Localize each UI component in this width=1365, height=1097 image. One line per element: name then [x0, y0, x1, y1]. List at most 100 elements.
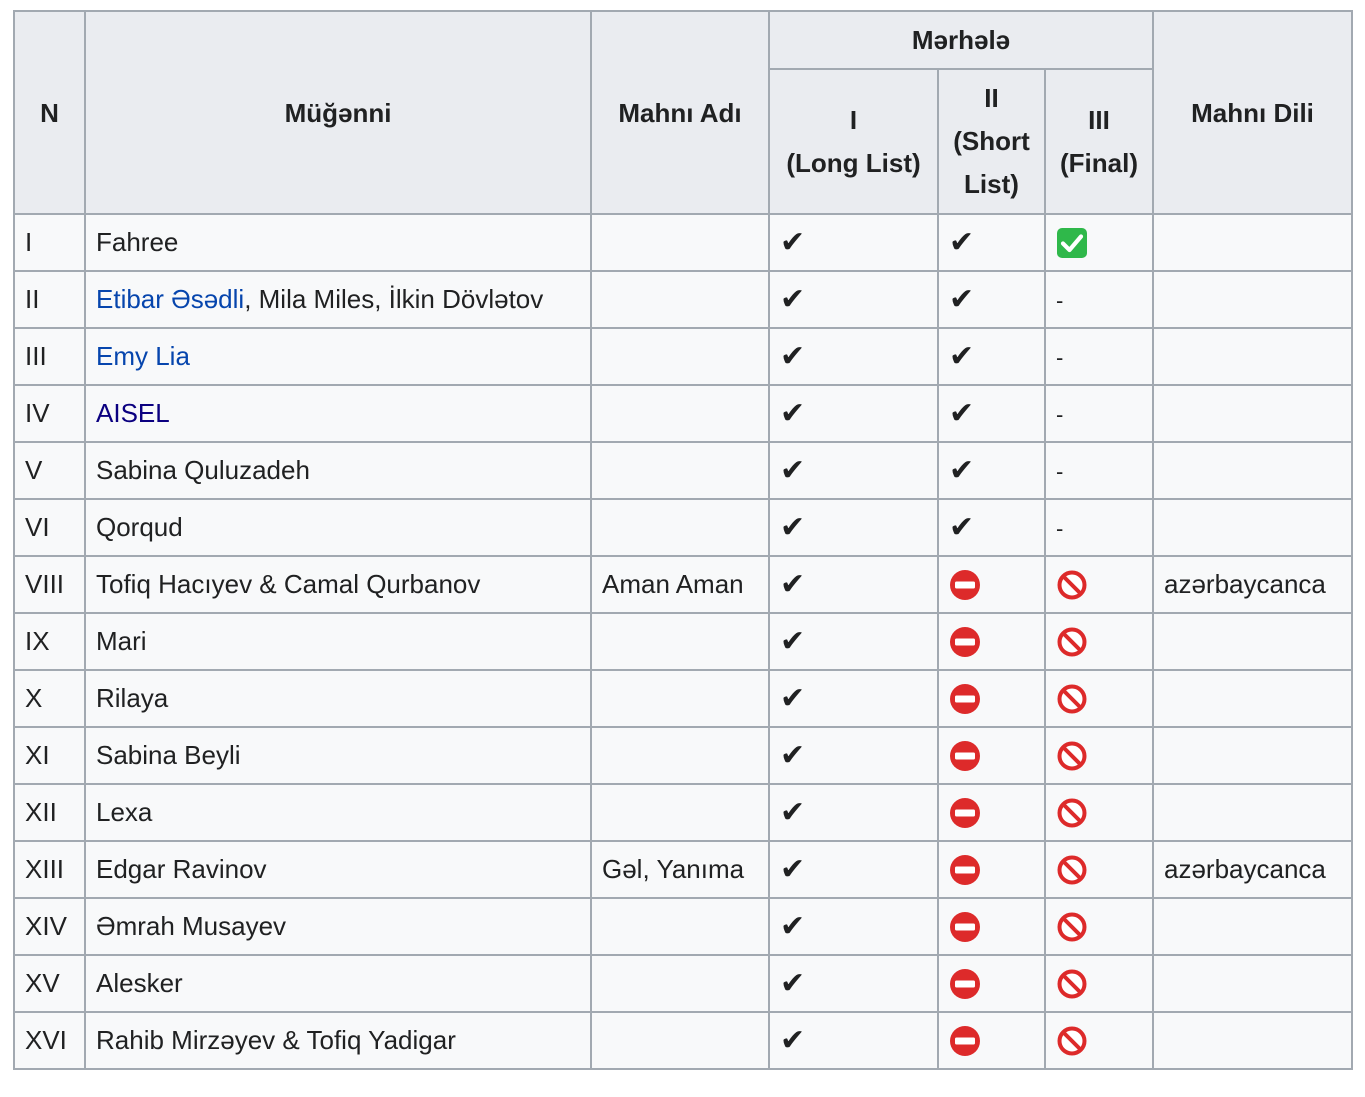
row-number: VI [13, 498, 86, 557]
row-number: XIII [13, 840, 86, 899]
song-language: azərbaycanca [1152, 555, 1353, 614]
singer-name: Qorqud [96, 512, 183, 542]
prohibited-icon [1057, 798, 1087, 828]
table-row: II Etibar Əsədli, Mila Miles, İlkin Dövlə… [13, 270, 1353, 329]
row-number: VIII [13, 555, 86, 614]
song-language [1152, 1011, 1353, 1070]
header-stage: Mərhələ [768, 10, 1154, 70]
stage-status-cell: ✔ [768, 840, 939, 899]
row-number: XII [13, 783, 86, 842]
no-entry-icon [950, 570, 980, 601]
singer-name: , Mila Miles, İlkin Dövlətov [244, 284, 544, 314]
song-language [1152, 669, 1353, 728]
song-language [1152, 327, 1353, 386]
checkmark-icon: ✔ [780, 396, 806, 431]
stage-status-cell [937, 954, 1046, 1013]
song-title [590, 384, 770, 443]
song-language [1152, 213, 1353, 272]
table-row: VIII Tofiq Hacıyev & Camal Qurbanov Aman A… [13, 555, 1353, 614]
song-language [1152, 783, 1353, 842]
stage-status-cell [1044, 783, 1154, 842]
stage-status-cell [1044, 954, 1154, 1013]
stage-status-cell: ✔ [768, 726, 939, 785]
singer-cell: Fahree [84, 213, 592, 272]
table-body: I Fahree ✔ ✔ II Etibar Əsədli, Mila Miles, İl… [13, 213, 1353, 1070]
prohibited-icon [1057, 855, 1087, 885]
singer-link[interactable]: Emy Lia [96, 341, 190, 371]
song-language [1152, 384, 1353, 443]
checkmark-icon: ✔ [780, 339, 806, 374]
table-row: I Fahree ✔ ✔ [13, 213, 1353, 272]
stage-status-cell: ✔ [768, 213, 939, 272]
song-title [590, 954, 770, 1013]
table-row: XII Lexa ✔ [13, 783, 1353, 842]
prohibited-icon [1057, 570, 1087, 600]
header-stage-2-name-a: (Short [953, 126, 1030, 156]
stage-status-cell [1044, 897, 1154, 956]
no-entry-icon [950, 798, 980, 829]
dash-mark: - [1056, 402, 1064, 427]
song-title [590, 897, 770, 956]
song-language [1152, 954, 1353, 1013]
song-title [590, 1011, 770, 1070]
stage-status-cell: - [1044, 498, 1154, 557]
dash-mark: - [1056, 345, 1064, 370]
checkmark-icon: ✔ [780, 453, 806, 488]
singer-name: Tofiq Hacıyev & Camal Qurbanov [96, 569, 481, 599]
song-language [1152, 897, 1353, 956]
table-row: IX Mari ✔ [13, 612, 1353, 671]
singer-cell: Rilaya [84, 669, 592, 728]
song-language [1152, 441, 1353, 500]
header-stage-3-name: (Final) [1060, 147, 1138, 178]
header-stage-3: III (Final) [1044, 68, 1154, 215]
song-title: Aman Aman [590, 555, 770, 614]
prohibited-icon [1057, 912, 1087, 942]
song-title [590, 213, 770, 272]
stage-status-cell: ✔ [768, 441, 939, 500]
table-row: IV AISEL ✔ ✔ - [13, 384, 1353, 443]
dash-mark: - [1056, 288, 1064, 313]
prohibited-icon [1057, 969, 1087, 999]
checkmark-icon: ✔ [780, 225, 806, 260]
song-title [590, 612, 770, 671]
no-entry-icon [950, 1026, 980, 1057]
header-stage-1-name: (Long List) [786, 147, 921, 178]
no-entry-icon [950, 912, 980, 943]
no-entry-icon [950, 741, 980, 772]
checkmark-icon: ✔ [949, 453, 975, 488]
row-number: III [13, 327, 86, 386]
stage-status-cell: - [1044, 441, 1154, 500]
stage-status-cell [937, 612, 1046, 671]
song-title [590, 441, 770, 500]
stage-status-cell [937, 897, 1046, 956]
checkmark-icon: ✔ [780, 909, 806, 944]
prohibited-icon [1057, 684, 1087, 714]
singer-link[interactable]: AISEL [96, 398, 170, 428]
checkmark-icon: ✔ [949, 396, 975, 431]
stage-status-cell [1044, 555, 1154, 614]
song-language: azərbaycanca [1152, 840, 1353, 899]
header-singer: Müğənni [84, 10, 592, 215]
stage-status-cell [937, 726, 1046, 785]
checkmark-icon: ✔ [780, 510, 806, 545]
row-number: X [13, 669, 86, 728]
checkmark-icon: ✔ [780, 567, 806, 602]
checkmark-icon: ✔ [949, 282, 975, 317]
header-language: Mahnı Dili [1152, 10, 1353, 215]
green-check-box-icon [1057, 228, 1087, 259]
stage-status-cell [937, 555, 1046, 614]
stage-status-cell [937, 840, 1046, 899]
row-number: XIV [13, 897, 86, 956]
stage-status-cell: ✔ [768, 612, 939, 671]
singer-link[interactable]: Etibar Əsədli [96, 284, 244, 314]
singer-cell: AISEL [84, 384, 592, 443]
checkmark-icon: ✔ [949, 510, 975, 545]
checkmark-icon: ✔ [780, 624, 806, 659]
header-stage-2-name-b: List) [964, 169, 1019, 199]
singer-cell: Əmrah Musayev [84, 897, 592, 956]
header-stage-2: II (Short List) [937, 68, 1046, 215]
checkmark-icon: ✔ [780, 1023, 806, 1058]
stage-status-cell [937, 1011, 1046, 1070]
song-language [1152, 270, 1353, 329]
checkmark-icon: ✔ [780, 282, 806, 317]
